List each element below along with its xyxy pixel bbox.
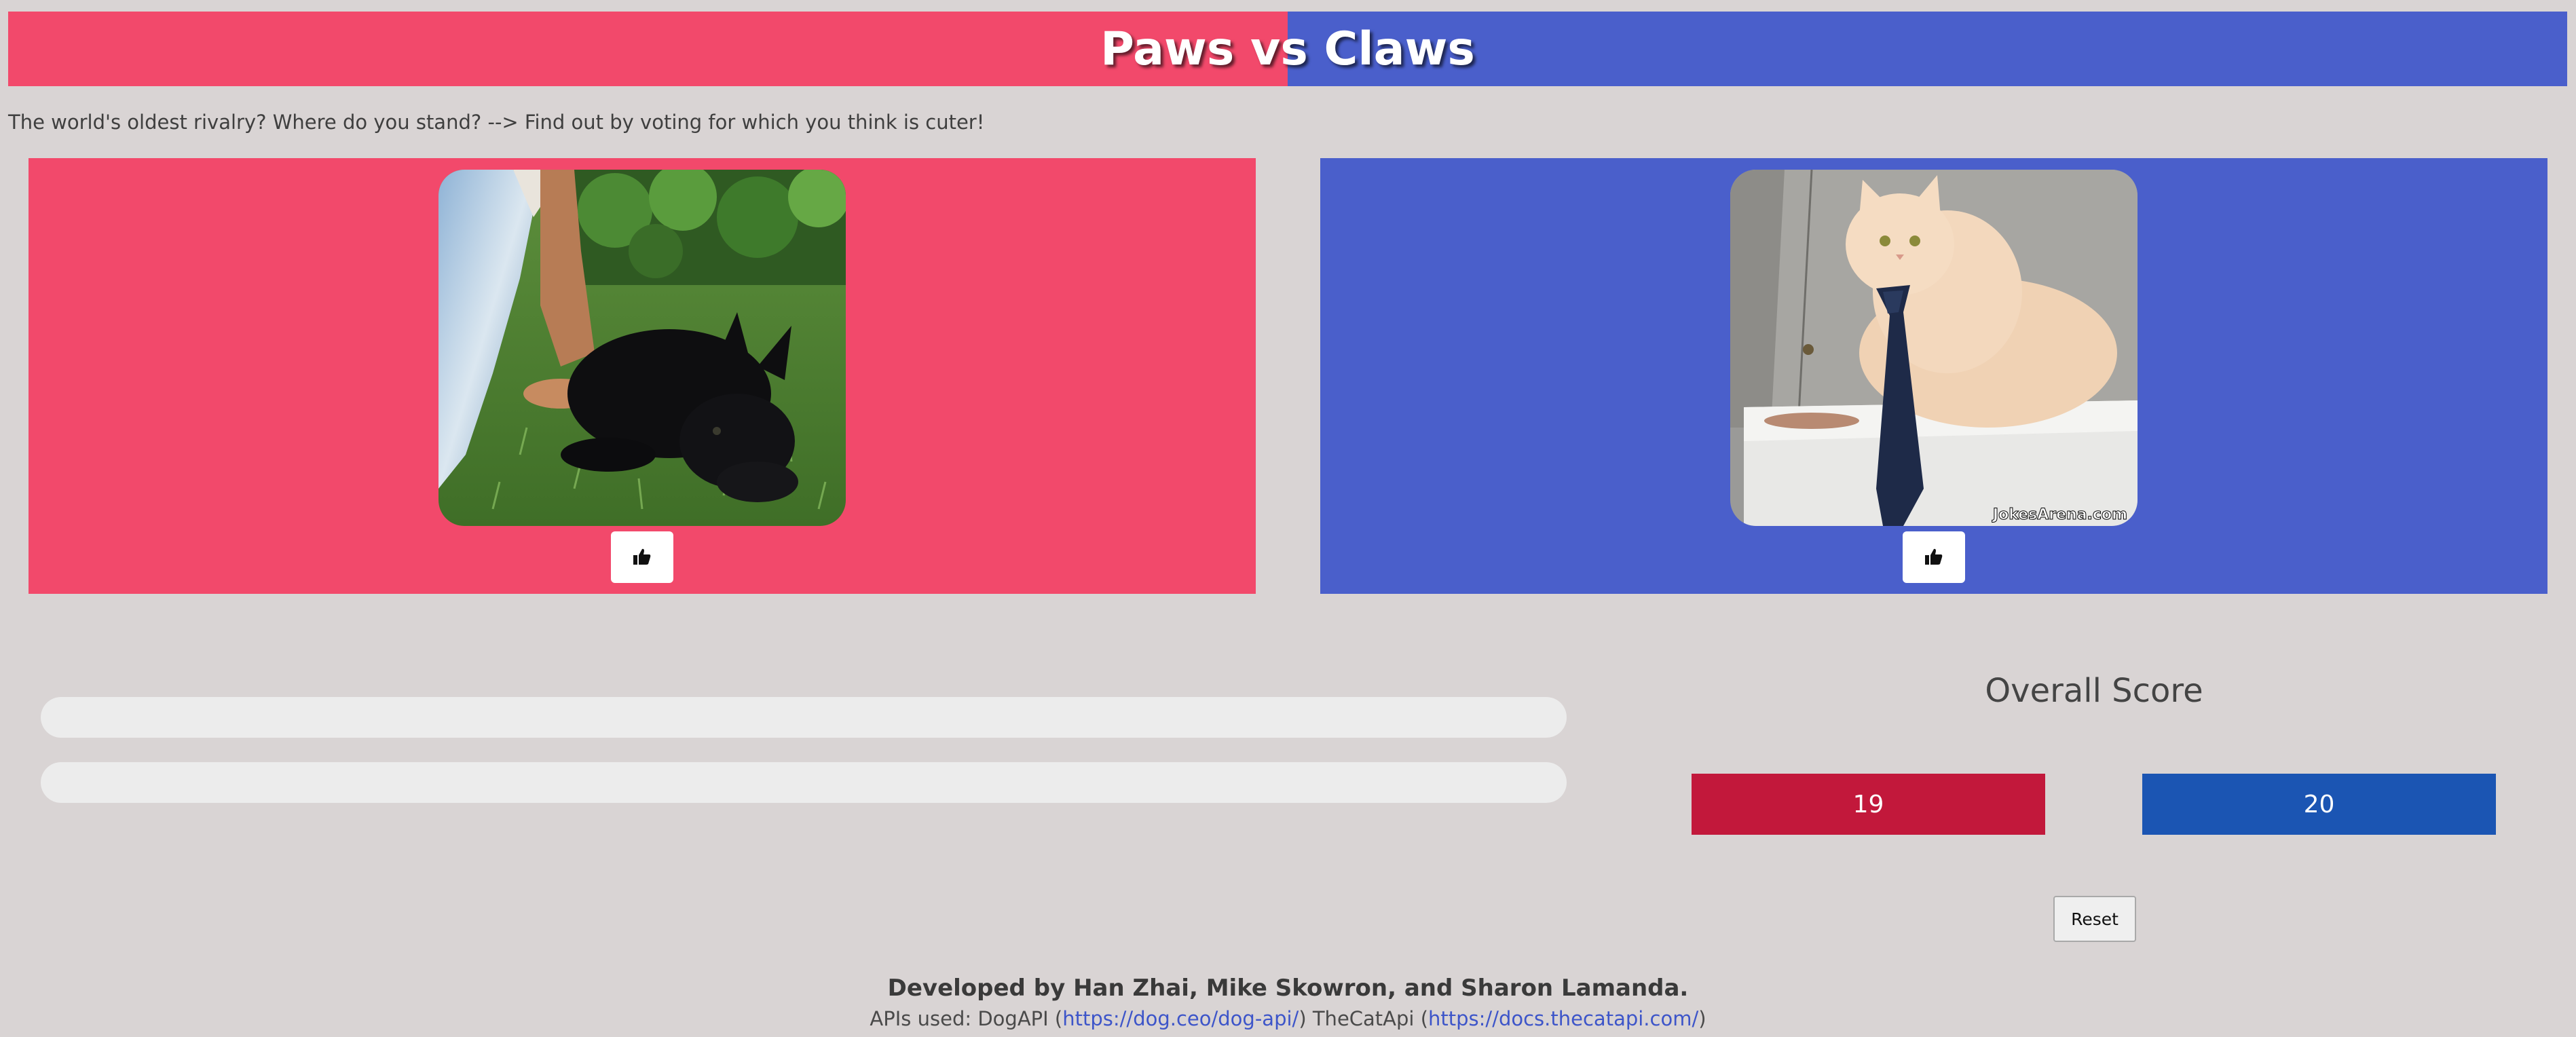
thumbs-up-icon bbox=[633, 548, 652, 567]
tagline: The world's oldest rivalry? Where do you… bbox=[8, 111, 985, 134]
dog-api-link[interactable]: https://dog.ceo/dog-api/ bbox=[1062, 1007, 1299, 1030]
header-right-half bbox=[1288, 12, 2567, 86]
footer-apis: APIs used: DogAPI (https://dog.ceo/dog-a… bbox=[0, 1007, 2576, 1030]
page-title: Paws vs Claws bbox=[1100, 22, 1475, 76]
dog-panel bbox=[29, 158, 1256, 594]
page: Paws vs Claws The world's oldest rivalry… bbox=[0, 0, 2576, 1037]
cat-api-link[interactable]: https://docs.thecatapi.com/ bbox=[1428, 1007, 1698, 1030]
thumbs-up-icon bbox=[1924, 548, 1943, 567]
overall-score-title: Overall Score bbox=[1985, 672, 2203, 710]
header-left-half bbox=[8, 12, 1288, 86]
cat-progress-bar bbox=[41, 762, 1567, 803]
dog-vote-button[interactable] bbox=[611, 531, 673, 583]
cat-score: 20 bbox=[2142, 774, 2496, 835]
dog-score: 19 bbox=[1692, 774, 2045, 835]
cat-panel: JokesArena.com bbox=[1320, 158, 2547, 594]
dog-photo bbox=[438, 170, 846, 526]
footer-developers: Developed by Han Zhai, Mike Skowron, and… bbox=[887, 975, 1689, 1002]
apis-suffix: ) bbox=[1698, 1007, 1706, 1030]
cat-photo: JokesArena.com bbox=[1730, 170, 2138, 526]
apis-middle: ) TheCatApi ( bbox=[1299, 1007, 1429, 1030]
cat-photo-watermark: JokesArena.com bbox=[1992, 506, 2127, 523]
header-banner: Paws vs Claws bbox=[8, 12, 2567, 86]
cat-vote-button[interactable] bbox=[1903, 531, 1965, 583]
reset-button[interactable]: Reset bbox=[2053, 896, 2136, 942]
dog-progress-bar bbox=[41, 697, 1567, 738]
apis-prefix: APIs used: DogAPI ( bbox=[870, 1007, 1063, 1030]
